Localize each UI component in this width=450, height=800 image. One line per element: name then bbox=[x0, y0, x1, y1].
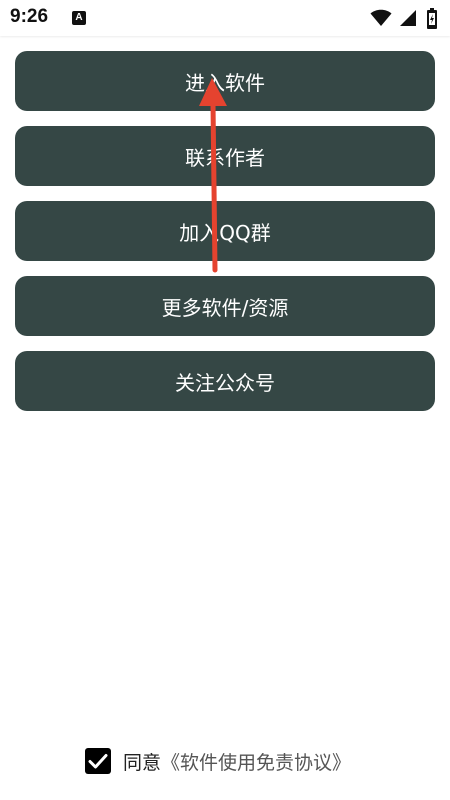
checkmark-icon bbox=[88, 754, 108, 769]
a-notification-icon: A bbox=[72, 11, 86, 25]
more-software-resources-button[interactable]: 更多软件/资源 bbox=[15, 276, 435, 336]
follow-official-account-button[interactable]: 关注公众号 bbox=[15, 351, 435, 411]
main-menu: 进入软件 联系作者 加入QQ群 更多软件/资源 关注公众号 bbox=[15, 51, 435, 426]
enter-software-button[interactable]: 进入软件 bbox=[15, 51, 435, 111]
contact-author-button[interactable]: 联系作者 bbox=[15, 126, 435, 186]
status-time: 9:26 bbox=[10, 6, 49, 27]
agreement-row: 同意 《软件使用免责协议》 bbox=[85, 745, 351, 777]
disclaimer-agreement-link[interactable]: 《软件使用免责协议》 bbox=[161, 748, 351, 775]
status-bar: 9:26 A bbox=[0, 0, 450, 36]
agree-checkbox[interactable] bbox=[85, 748, 111, 774]
signal-icon bbox=[400, 10, 416, 26]
agree-label: 同意 bbox=[123, 751, 162, 774]
join-qq-group-button[interactable]: 加入QQ群 bbox=[15, 201, 435, 261]
battery-icon bbox=[427, 8, 437, 29]
wifi-icon bbox=[370, 9, 392, 26]
notification-letter: A bbox=[75, 12, 83, 23]
